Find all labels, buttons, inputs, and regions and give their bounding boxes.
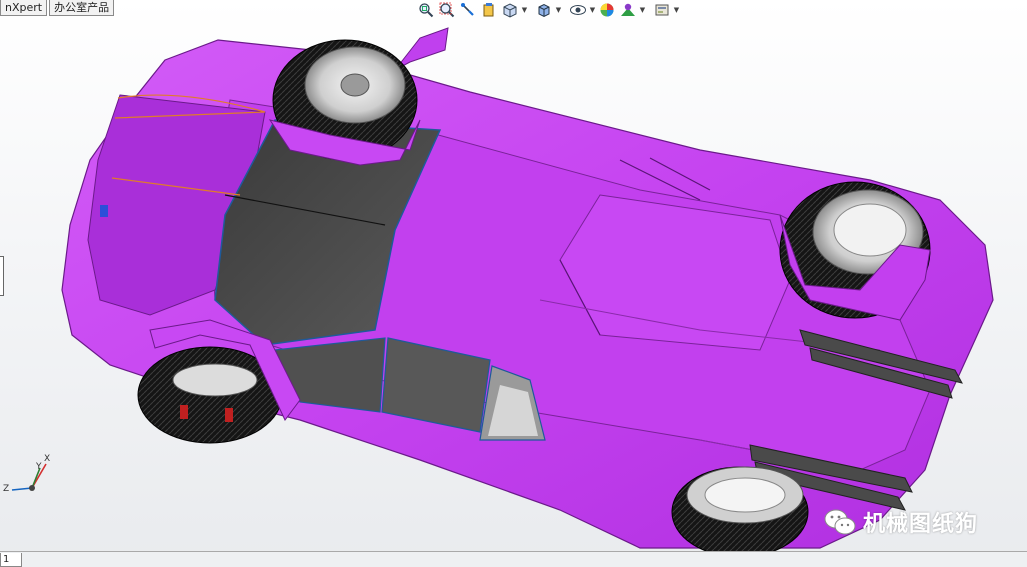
viewport-edge-marker <box>0 256 4 296</box>
sheet-tab[interactable]: 1 <box>0 553 22 567</box>
triad-x-label: X <box>44 454 51 464</box>
watermark-text: 机械图纸狗 <box>863 512 979 537</box>
view-orientation-dropdown-icon[interactable]: ▼ <box>521 1 528 19</box>
watermark: 机械图纸狗 <box>823 505 978 539</box>
section-view-icon[interactable] <box>479 1 499 19</box>
zoom-to-fit-icon[interactable] <box>416 1 436 19</box>
display-style-icon[interactable] <box>534 1 554 19</box>
display-style-dropdown-icon[interactable]: ▼ <box>555 1 562 19</box>
wechat-icon <box>824 509 856 535</box>
view-orientation-icon[interactable] <box>500 1 520 19</box>
triad-y-label: Y <box>36 462 42 472</box>
status-bar: 1 <box>0 551 1027 567</box>
edit-appearance-icon[interactable] <box>597 1 617 19</box>
apply-scene-icon[interactable] <box>618 1 638 19</box>
triad-axes-icon <box>11 463 47 491</box>
previous-view-icon[interactable] <box>458 1 478 19</box>
zoom-to-area-icon[interactable] <box>437 1 457 19</box>
car-model[interactable] <box>0 20 1027 552</box>
top-tabs: nXpert 办公室产品 <box>0 0 115 16</box>
heads-up-view-toolbar: ▼ ▼ ▼ ▼ ▼ <box>416 0 680 20</box>
wheel-rear-right <box>671 466 809 552</box>
graphics-viewport[interactable] <box>0 20 1027 552</box>
hide-show-items-icon[interactable] <box>568 1 588 19</box>
reference-triad: X Y Z <box>2 454 54 498</box>
view-settings-icon[interactable] <box>652 1 672 19</box>
tab-office-products[interactable]: 办公室产品 <box>49 0 115 16</box>
view-settings-dropdown-icon[interactable]: ▼ <box>673 1 680 19</box>
hide-show-items-dropdown-icon[interactable]: ▼ <box>589 1 596 19</box>
apply-scene-dropdown-icon[interactable]: ▼ <box>639 1 646 19</box>
triad-z-label: Z <box>3 484 10 494</box>
tab-solidworks-xpert[interactable]: nXpert <box>0 0 48 16</box>
